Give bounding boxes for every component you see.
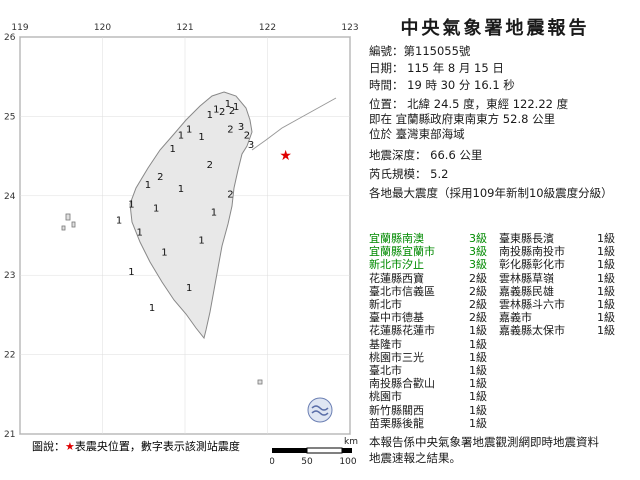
- lat-tick-label: 22: [4, 351, 15, 361]
- station-intensity-label: 2: [227, 189, 233, 200]
- station-name: 苗栗縣後龍: [369, 416, 424, 430]
- station-intensity-label: 1: [178, 131, 184, 142]
- scale-label-100: 100: [339, 457, 356, 467]
- station-intensity-label: 2: [207, 160, 213, 171]
- station-intensity-label: 1: [128, 200, 134, 211]
- station-intensity-label: 1: [211, 208, 217, 219]
- map-legend: 圖說：★表震央位置，數字表示該測站震度: [32, 438, 240, 454]
- footer-line-2: 地震速報之結果。: [369, 451, 461, 465]
- station-intensity-label: 2: [229, 106, 235, 117]
- report-number-label: 編號：: [369, 44, 404, 58]
- legend-text: 表震央位置，數字表示該測站震度: [74, 440, 240, 453]
- report-footer: 本報告係中央氣象署地震觀測網即時地震資料 地震速報之結果。: [369, 434, 599, 466]
- intensity-row: 苗栗縣後龍 1級: [369, 415, 619, 431]
- station-intensity-label: 1: [178, 184, 184, 195]
- lon-tick-label: 120: [94, 23, 111, 33]
- scale-segment-2: [306, 447, 343, 454]
- station-intensity-label: 1: [198, 235, 204, 246]
- scale-label-50: 50: [301, 457, 313, 467]
- scale-label-0: 0: [270, 457, 275, 467]
- lat-tick-label: 23: [4, 271, 15, 281]
- station-intensity-label: 1: [186, 124, 192, 135]
- station-intensity-label: 1: [149, 303, 155, 314]
- lat-tick-label: 26: [4, 33, 16, 43]
- legend-star-icon: ★: [65, 440, 75, 453]
- station-intensity-label: 2: [219, 107, 225, 118]
- station-intensity-label: 1: [186, 283, 192, 294]
- report-number-value: 第115055號: [403, 44, 471, 58]
- lanyu-island: [257, 379, 263, 385]
- report-position: 位置： 北緯 24.5 度，東經 122.22 度: [369, 97, 569, 111]
- report-depth: 地震深度： 66.6 公里: [369, 148, 483, 162]
- station-intensity-label: 1: [213, 104, 219, 115]
- station-intensity-label: 1: [169, 144, 175, 155]
- scale-unit: km: [344, 437, 358, 447]
- station-intensity-label: 1: [145, 180, 151, 191]
- station-intensity-label: 1: [128, 267, 134, 278]
- lon-tick-label: 121: [176, 23, 193, 33]
- lat-tick-label: 25: [4, 112, 15, 122]
- report-relative: 即在 宜蘭縣政府東南東方 52.8 公里: [369, 112, 556, 126]
- station-intensity-label: 1: [207, 110, 213, 121]
- report-magnitude: 芮氏規模： 5.2: [369, 167, 449, 181]
- report-panel: 中央氣象署地震報告 編號：第115055號 日期： 115 年 8 月 15 日…: [357, 14, 633, 472]
- station-intensity-label: 1: [136, 228, 142, 239]
- cwa-logo-icon: [307, 397, 333, 423]
- legend-prefix: 圖說：: [32, 440, 65, 453]
- station-intensity-label: 1: [161, 247, 167, 258]
- station-intensity-label: 1: [153, 204, 159, 215]
- report-title: 中央氣象署地震報告: [400, 18, 590, 39]
- station-intensity-label: 1: [116, 216, 122, 227]
- station-level: 1級: [469, 416, 487, 430]
- report-region: 位於 臺灣東部海域: [369, 127, 465, 141]
- station-intensity-label: 1: [198, 132, 204, 143]
- station-intensity-label: 2: [157, 172, 163, 183]
- scale-segment-3: [342, 448, 352, 453]
- report-time: 時間： 19 時 30 分 16.1 秒: [369, 78, 515, 92]
- epicenter-star-icon: ★: [279, 148, 292, 164]
- lon-tick-label: 119: [11, 23, 28, 33]
- lat-tick-label: 24: [4, 192, 16, 202]
- intensity-header: 各地最大震度（採用109年新制10級震度分級）: [369, 186, 613, 200]
- scale-bar: km 0 50 100: [270, 437, 358, 467]
- footer-line-1: 本報告係中央氣象署地震觀測網即時地震資料: [369, 435, 599, 449]
- scale-segment-1: [272, 448, 307, 453]
- lon-tick-label: 122: [259, 23, 276, 33]
- report-number: 編號：第115055號: [369, 44, 470, 58]
- station-intensity-label: 2: [227, 124, 233, 135]
- lat-tick-label: 21: [4, 430, 15, 440]
- station-intensity-label: 3: [248, 140, 254, 151]
- report-date: 日期： 115 年 8 月 15 日: [369, 61, 504, 75]
